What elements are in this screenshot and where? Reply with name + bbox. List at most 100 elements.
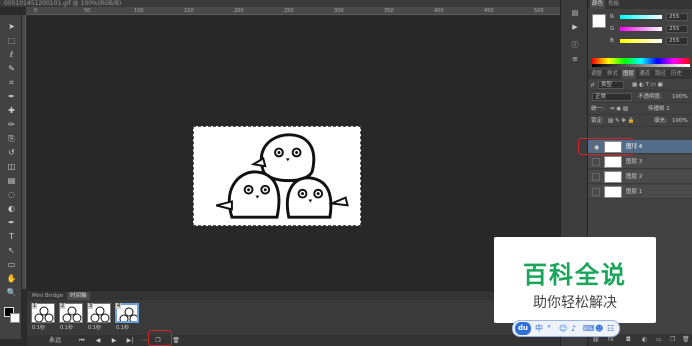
horizontal-ruler: 0 50 100 150 200 250 300 350 400 450 500 [26,7,560,15]
layer-name[interactable]: 图层 1 [626,185,642,199]
info-icon[interactable]: ⓘ [570,40,580,50]
actions-icon[interactable]: ▶ [570,22,580,32]
ime-skin-icon[interactable]: ☻ [595,321,603,336]
timeline-frame[interactable]: 3 0.1秒 [87,303,111,331]
blend-mode-select[interactable]: 正常 [592,93,632,101]
clone-stamp-tool-icon[interactable]: ⎘ [6,133,17,144]
propagate-frame-checkbox[interactable]: 传播帧 1 [648,104,670,115]
group-icon[interactable]: ▭ [656,334,662,346]
canvas-workspace[interactable] [27,16,560,289]
marquee-tool-icon[interactable]: ⬚ [6,35,17,46]
ime-voice-icon[interactable]: ♪ [571,321,576,336]
pen-tool-icon[interactable]: ✒ [6,217,17,228]
tools-panel: ➤ ⬚ ℓ ✎ ⌗ ✒ ✚ ✏ ⎘ ↺ ◫ ▤ ◌ ◐ ✒ T ↖ ▭ ✋ 🔍 [0,15,22,339]
quick-select-tool-icon[interactable]: ✎ [6,63,17,74]
red-slider[interactable]: R 255 [588,12,692,22]
blur-tool-icon[interactable]: ◌ [6,189,17,200]
loop-select[interactable]: 永远 [47,335,63,346]
ime-punctuation-icon[interactable]: ° [547,321,551,336]
play-icon[interactable]: ▶ [109,335,119,346]
brush-tool-icon[interactable]: ✏ [6,119,17,130]
layer-name[interactable]: 图层 3 [626,155,642,169]
healing-brush-tool-icon[interactable]: ✚ [6,105,17,116]
frame-delay-select[interactable]: 0.1秒 [32,324,45,331]
unify-icons[interactable]: ⇔ ◉ ▨ [610,104,628,115]
type-tool-icon[interactable]: T [6,231,17,242]
color-swatches[interactable] [4,307,20,323]
frame-delay-select[interactable]: 0.1秒 [60,324,73,331]
move-tool-icon[interactable]: ➤ [6,21,17,32]
crop-tool-icon[interactable]: ⌗ [6,77,17,88]
ime-logo[interactable]: du [515,322,531,335]
blue-slider[interactable]: B 255 [588,36,692,46]
ruler-tick-label: 50 [84,8,91,14]
hand-tool-icon[interactable]: ✋ [6,273,17,284]
shape-tool-icon[interactable]: ▭ [6,259,17,270]
history-icon[interactable]: ▤ [570,8,580,18]
prev-frame-icon[interactable]: ◀ [93,335,103,346]
green-value[interactable]: 255 [666,25,688,33]
new-layer-icon[interactable]: ❐ [670,334,675,346]
lock-icons[interactable]: ▨ ✎ ✥ 🔒 [608,116,635,127]
next-frame-icon[interactable]: ▶| [125,335,135,346]
cartoon-birds-image [216,133,349,219]
timeline-frame[interactable]: 4 0.1秒 [115,303,139,331]
layer-row[interactable]: 图层 1 [588,185,692,199]
grayscale-bar[interactable] [592,64,690,67]
tab-color[interactable]: 颜色 [590,0,606,9]
eraser-tool-icon[interactable]: ◫ [6,161,17,172]
tab-layers-group-5[interactable]: 历史 [669,70,684,79]
tab-layers-group-0[interactable]: 调整 [589,70,604,79]
visibility-eye-icon[interactable] [592,188,600,196]
zoom-tool-icon[interactable]: 🔍 [6,287,17,298]
layer-row[interactable]: 图层 2 [588,170,692,184]
gradient-tool-icon[interactable]: ▤ [6,175,17,186]
properties-icon[interactable]: ≡ [570,54,580,64]
frame-delay-select[interactable]: 0.1秒 [88,324,101,331]
tab-mini-bridge[interactable]: Mini Bridge [29,292,66,300]
dodge-tool-icon[interactable]: ◐ [6,203,17,214]
ruler-tick-label: 350 [384,8,394,14]
frame-delay-select[interactable]: 0.1秒 [116,324,129,331]
visibility-eye-icon[interactable] [592,158,600,166]
ime-mode-toggle[interactable]: 中 [535,321,543,336]
blue-value[interactable]: 255 [666,37,688,45]
filter-type-icons[interactable]: ▦ ◐ T ▭ ▣ [632,80,663,91]
tab-swatches[interactable]: 色板 [606,0,621,9]
layer-name[interactable]: 图层 2 [626,170,642,184]
delete-layer-icon[interactable]: 🗑 [682,334,690,346]
opacity-value[interactable]: 100% [672,92,688,103]
delete-frame-icon[interactable]: 🗑 [171,335,181,346]
path-select-tool-icon[interactable]: ↖ [6,245,17,256]
timeline-frame[interactable]: 1 0.1秒 [31,303,55,331]
tab-layers-group-1[interactable]: 样式 [605,70,620,79]
fill-value[interactable]: 100% [672,116,688,127]
document-tab-title[interactable]: 005101451200101.gif @ 100%(RGB/8) [0,0,560,7]
red-value[interactable]: 255 [666,13,688,21]
document-canvas[interactable] [193,126,361,226]
layer-row[interactable]: 图层 3 [588,155,692,169]
history-brush-tool-icon[interactable]: ↺ [6,147,17,158]
green-slider[interactable]: G 255 [588,24,692,34]
eyedropper-tool-icon[interactable]: ✒ [6,91,17,102]
ruler-tick-label: 200 [234,8,244,14]
timeline-frame[interactable]: 2 0.1秒 [59,303,83,331]
unify-row: 统一: ⇔ ◉ ▨ 传播帧 1 [588,104,692,115]
filter-icon[interactable]: ρ [591,80,595,91]
ime-menu-icon[interactable]: ☷ [607,321,614,336]
first-frame-icon[interactable]: ⏮ [77,335,87,346]
color-panel-tabs: 颜色 色板 [588,0,692,9]
mask-icon[interactable]: ◘ [626,334,631,346]
ime-keyboard-icon[interactable]: ⌨ [583,321,595,336]
lasso-tool-icon[interactable]: ℓ [6,49,17,60]
layer-filter-select[interactable]: 类型 [598,81,624,89]
tab-layers-group-3[interactable]: 通道 [637,70,652,79]
visibility-eye-icon[interactable] [592,173,600,181]
background-color-swatch[interactable] [10,313,20,323]
tab-layers-group-2[interactable]: 图层 [621,70,637,79]
tab-layers-group-4[interactable]: 路径 [653,70,668,79]
adjustment-icon[interactable]: ◐ [642,334,647,346]
layer-thumbnail [604,186,622,198]
tab-timeline[interactable]: 时间轴 [67,292,90,300]
ime-emoji-icon[interactable]: ☺ [559,321,567,336]
